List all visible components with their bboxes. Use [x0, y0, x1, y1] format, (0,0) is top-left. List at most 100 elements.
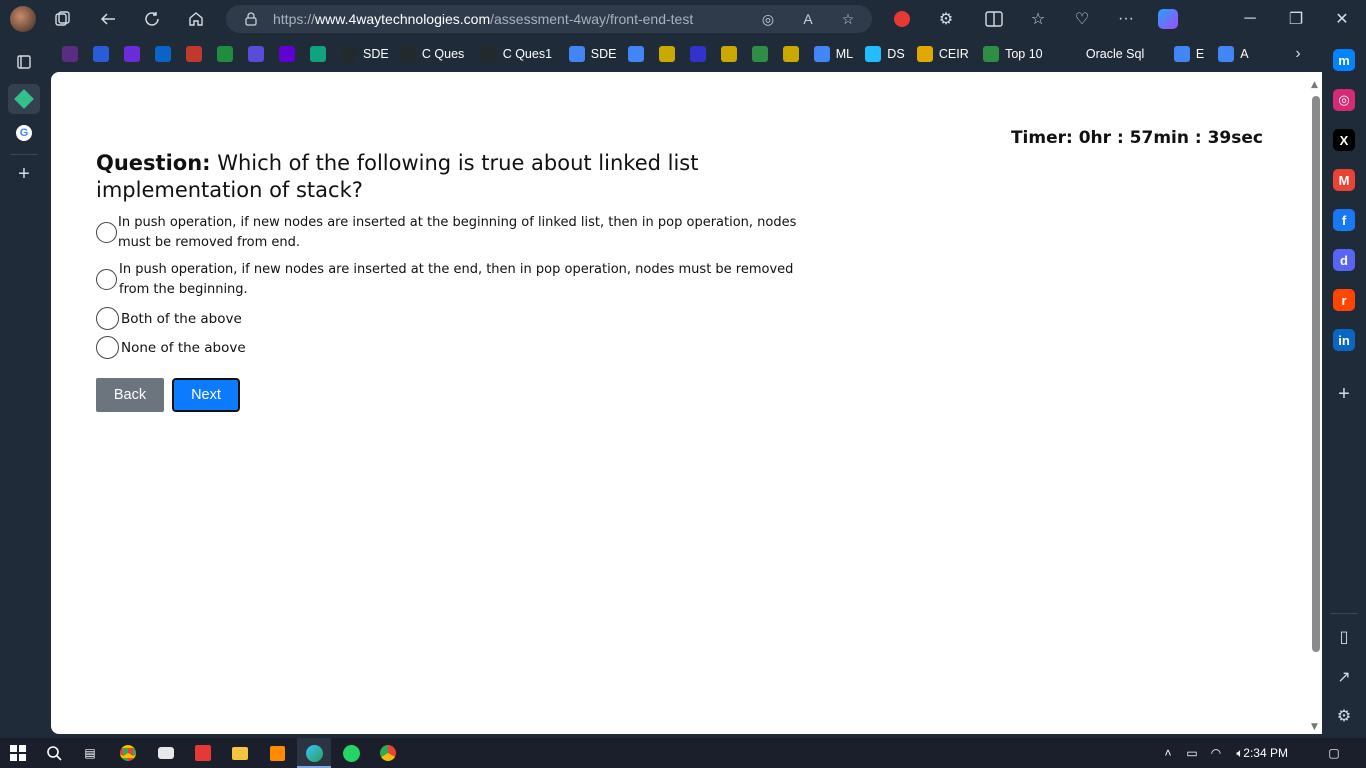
- start-icon[interactable]: [8, 743, 28, 763]
- favorite-site[interactable]: [93, 44, 109, 64]
- favorite-site[interactable]: [720, 44, 737, 64]
- chrome-icon[interactable]: [378, 743, 398, 763]
- home-icon[interactable]: [184, 7, 208, 31]
- favorites-icon[interactable]: ☆: [1026, 7, 1050, 31]
- more-menu-icon[interactable]: ···: [1114, 7, 1138, 31]
- google-tab-icon[interactable]: G: [12, 121, 36, 145]
- answer-option-3[interactable]: Both of the above: [96, 307, 242, 330]
- address-bar[interactable]: https://www.4waytechnologies.com/assessm…: [226, 5, 872, 33]
- back-button[interactable]: Back: [96, 378, 164, 412]
- radio-button[interactable]: [96, 307, 119, 330]
- task-view-icon[interactable]: ▤: [80, 743, 100, 763]
- facebook-icon[interactable]: f: [1333, 209, 1355, 231]
- tq-icon: [124, 46, 140, 62]
- favorite-label: E: [1195, 47, 1205, 61]
- sublime-text-icon[interactable]: [267, 743, 287, 763]
- favorite-a[interactable]: A: [1218, 44, 1249, 64]
- favorite-ds[interactable]: DS: [865, 44, 905, 64]
- favorite-tq[interactable]: [124, 44, 140, 64]
- answer-option-2[interactable]: In push operation, if new nodes are inse…: [96, 260, 816, 300]
- location-icon[interactable]: ◎: [757, 8, 779, 30]
- vertical-tab-active[interactable]: [8, 84, 40, 114]
- radio-button[interactable]: [96, 336, 119, 359]
- wifi-icon[interactable]: ◠: [1206, 743, 1226, 763]
- copilot-icon[interactable]: [1156, 7, 1180, 31]
- favorite-oracle-sql[interactable]: Oracle Sql: [1063, 44, 1144, 64]
- back-icon[interactable]: [96, 7, 120, 31]
- close-icon[interactable]: ✕: [1330, 7, 1354, 31]
- google-icon: [1173, 46, 1190, 62]
- next-button[interactable]: Next: [172, 378, 240, 412]
- lock-icon[interactable]: [240, 8, 262, 30]
- whatsapp-icon[interactable]: [341, 743, 361, 763]
- workspaces-icon[interactable]: [50, 7, 74, 31]
- favorite-gfg[interactable]: [751, 44, 768, 64]
- scroll-thumb[interactable]: [1312, 96, 1320, 652]
- scroll-up-arrow[interactable]: ▲: [1311, 80, 1318, 90]
- favorite-label: DS: [887, 47, 905, 61]
- scroll-down-arrow[interactable]: ▼: [1311, 722, 1318, 732]
- refresh-icon[interactable]: [140, 7, 164, 31]
- favorite-site[interactable]: [658, 44, 675, 64]
- edge-icon[interactable]: [304, 743, 324, 763]
- favorite-c-ques1[interactable]: C Ques1: [480, 44, 552, 64]
- page-scrollbar[interactable]: ▲ ▼: [1311, 80, 1320, 732]
- favorite-chatgpt[interactable]: [310, 44, 326, 64]
- favorite-site[interactable]: [689, 44, 706, 64]
- x-icon[interactable]: X: [1333, 129, 1355, 151]
- answer-option-4[interactable]: None of the above: [96, 336, 246, 359]
- favorite-c-ques[interactable]: C Ques: [399, 44, 464, 64]
- gmail-icon[interactable]: M: [1333, 169, 1355, 191]
- favorite-e[interactable]: E: [1173, 44, 1205, 64]
- favorite-outlook[interactable]: [155, 44, 171, 64]
- extensions-icon[interactable]: ⚙: [934, 7, 958, 31]
- notifications-icon[interactable]: ▢: [1324, 743, 1344, 763]
- answer-option-1[interactable]: In push operation, if new nodes are inse…: [96, 213, 816, 253]
- chevron-right-icon[interactable]: ›: [1286, 42, 1310, 66]
- minimize-icon[interactable]: ─: [1238, 7, 1262, 31]
- read-aloud-icon[interactable]: A: [797, 8, 819, 30]
- battery-icon[interactable]: ▭: [1182, 743, 1202, 763]
- favorite-site[interactable]: [248, 44, 264, 64]
- option-label: In push operation, if new nodes are inse…: [118, 215, 797, 250]
- favorite-ceir[interactable]: CEIR: [916, 44, 969, 64]
- radio-button[interactable]: [96, 269, 117, 290]
- add-icon[interactable]: +: [1333, 383, 1355, 405]
- tab-actions-icon[interactable]: [12, 50, 36, 74]
- favorite-star-icon[interactable]: ☆: [837, 8, 859, 30]
- linkedin-icon[interactable]: in: [1333, 329, 1355, 351]
- hide-sidebar-icon[interactable]: ▯: [1332, 625, 1356, 649]
- restore-icon[interactable]: ❐: [1284, 7, 1308, 31]
- external-link-icon[interactable]: ↗: [1332, 665, 1356, 689]
- favorite-ml[interactable]: ML: [813, 44, 853, 64]
- favorite-sheets[interactable]: [217, 44, 233, 64]
- chrome-icon[interactable]: [118, 743, 138, 763]
- app-icon[interactable]: [156, 743, 176, 763]
- browser-essentials-icon[interactable]: ♡: [1070, 7, 1094, 31]
- favorite-google[interactable]: [627, 44, 644, 64]
- settings-gear-icon[interactable]: ⚙: [1332, 704, 1356, 728]
- new-tab-icon[interactable]: +: [12, 162, 36, 186]
- favorite-sde[interactable]: SDE: [568, 44, 617, 64]
- favorite-label: SDE: [363, 47, 389, 61]
- favorite-top-10[interactable]: Top 10: [983, 44, 1043, 64]
- favorite-sde[interactable]: SDE: [341, 44, 389, 64]
- split-screen-icon[interactable]: [982, 7, 1006, 31]
- instagram-icon[interactable]: ◎: [1333, 89, 1355, 111]
- favorite-site[interactable]: [782, 44, 799, 64]
- messenger-icon[interactable]: m: [1333, 49, 1355, 71]
- favorite-gmail[interactable]: [186, 44, 202, 64]
- profile-avatar[interactable]: [10, 6, 36, 32]
- url-text[interactable]: https://www.4waytechnologies.com/assessm…: [273, 11, 693, 27]
- discord-icon[interactable]: d: [1333, 249, 1355, 271]
- favorite-site[interactable]: [62, 44, 78, 64]
- file-explorer-icon[interactable]: [230, 743, 250, 763]
- radio-button[interactable]: [96, 222, 117, 243]
- clock[interactable]: 2:34 PM: [1243, 746, 1288, 760]
- anydesk-icon[interactable]: [193, 743, 213, 763]
- chevron-up-icon[interactable]: ˄: [1158, 743, 1178, 763]
- search-icon[interactable]: [44, 743, 64, 763]
- reddit-icon[interactable]: r: [1333, 289, 1355, 311]
- favorite-yahoo[interactable]: [279, 44, 295, 64]
- adblock-icon[interactable]: [890, 7, 914, 31]
